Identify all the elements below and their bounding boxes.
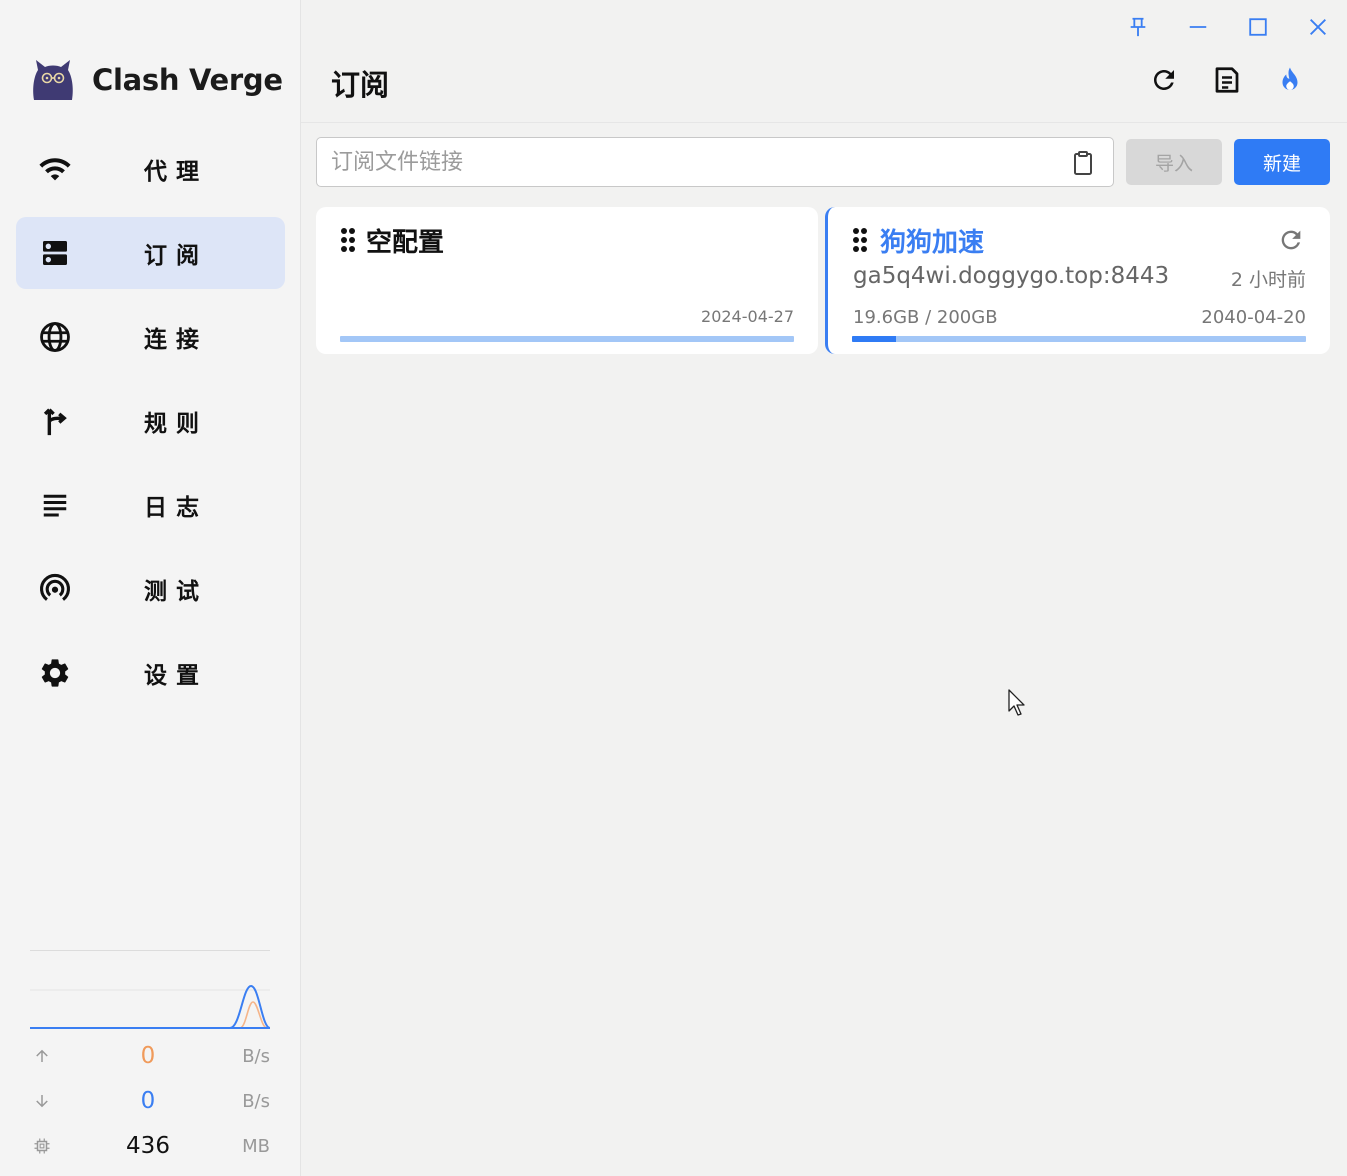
radar-icon (35, 569, 75, 609)
sidebar-item-profiles[interactable]: 订阅 (16, 217, 285, 289)
usage-progress-fill (852, 336, 897, 342)
globe-icon (35, 317, 75, 357)
download-unit: B/s (242, 1090, 270, 1112)
chip-icon (30, 1137, 54, 1155)
divider (301, 122, 1347, 123)
app-logo: Clash Verge (30, 58, 283, 102)
fork-arrow-icon (35, 401, 75, 441)
sidebar-item-logs[interactable]: 日志 (16, 469, 285, 541)
usage-progress (340, 336, 794, 342)
traffic-monitor: 0 B/s 0 B/s 436 MB (30, 950, 270, 1159)
wifi-icon (35, 149, 75, 189)
refresh-all-button[interactable] (1144, 60, 1184, 100)
mouse-cursor-icon (1008, 689, 1025, 716)
sidebar-item-proxy[interactable]: 代理 (16, 133, 285, 205)
profile-usage: 19.6GB / 200GB (853, 307, 998, 328)
sidebar-item-settings[interactable]: 设置 (16, 637, 285, 709)
memory-usage: 436 (126, 1133, 170, 1159)
usage-progress (852, 336, 1306, 342)
sidebar-item-label: 代理 (144, 159, 208, 185)
profile-card[interactable]: 空配置 2024-04-27 (316, 207, 818, 354)
subscription-url-input[interactable] (331, 138, 1051, 186)
upload-unit: B/s (242, 1045, 270, 1067)
pin-button[interactable] (1123, 12, 1153, 42)
upload-speed: 0 (140, 1043, 156, 1069)
import-button[interactable]: 导入 (1126, 139, 1222, 185)
maximize-button[interactable] (1243, 12, 1273, 42)
sidebar-item-connections[interactable]: 连接 (16, 301, 285, 373)
sidebar-item-label: 订阅 (144, 243, 208, 269)
document-icon (1215, 67, 1239, 93)
drag-handle-icon[interactable] (852, 227, 868, 253)
page-title: 订阅 (331, 68, 390, 102)
sidebar-item-label: 测试 (144, 579, 208, 605)
refresh-icon (1281, 230, 1301, 250)
sidebar-item-rules[interactable]: 规则 (16, 385, 285, 457)
profile-date: 2024-04-27 (701, 307, 794, 326)
paste-button[interactable] (1069, 149, 1097, 177)
cat-logo-icon (33, 60, 73, 100)
sidebar-item-label: 设置 (144, 663, 208, 689)
close-button[interactable] (1303, 12, 1333, 42)
app-name: Clash Verge (92, 63, 283, 97)
maximize-icon (1249, 18, 1267, 36)
arrow-down-icon (30, 1092, 54, 1110)
edit-config-button[interactable] (1207, 60, 1247, 100)
memory-row: 436 MB (30, 1131, 270, 1161)
flame-icon (1282, 67, 1298, 90)
minimize-button[interactable] (1183, 12, 1213, 42)
gear-icon (35, 653, 75, 693)
drag-handle-icon[interactable] (340, 227, 356, 253)
minimize-icon (1189, 26, 1207, 28)
sidebar-item-label: 日志 (144, 495, 208, 521)
profile-updated: 2 小时前 (1230, 269, 1306, 291)
pin-icon (1130, 17, 1146, 37)
sidebar: Clash Verge 代理 订阅 连接 规则 日志 测试 设置 0 B/s 0… (0, 0, 301, 1176)
sidebar-item-label: 规则 (144, 411, 208, 437)
memory-unit: MB (242, 1135, 270, 1157)
download-speed: 0 (140, 1088, 156, 1114)
lines-icon (35, 485, 75, 525)
upload-row: 0 B/s (30, 1041, 270, 1071)
refresh-icon (1154, 70, 1174, 90)
sidebar-item-test[interactable]: 测试 (16, 553, 285, 625)
sidebar-nav: 代理 订阅 连接 规则 日志 测试 设置 (16, 133, 285, 721)
profile-host: ga5q4wi.doggygo.top:8443 (853, 263, 1170, 289)
profile-refresh-button[interactable] (1276, 225, 1306, 255)
profile-title: 空配置 (366, 228, 445, 258)
profile-card-selected[interactable]: 狗狗加速 ga5q4wi.doggygo.top:8443 2 小时前 19.6… (825, 207, 1330, 354)
activate-button[interactable] (1270, 60, 1310, 100)
new-profile-button[interactable]: 新建 (1234, 139, 1330, 185)
close-icon (1310, 19, 1326, 35)
clipboard-icon (1074, 151, 1092, 175)
traffic-graph (30, 984, 270, 1029)
arrow-up-icon (30, 1047, 54, 1065)
profile-expire-date: 2040-04-20 (1201, 307, 1306, 328)
sidebar-item-label: 连接 (144, 327, 208, 353)
dns-icon (35, 233, 75, 273)
profile-title: 狗狗加速 (880, 228, 985, 258)
subscription-url-field (316, 137, 1114, 187)
download-row: 0 B/s (30, 1086, 270, 1116)
